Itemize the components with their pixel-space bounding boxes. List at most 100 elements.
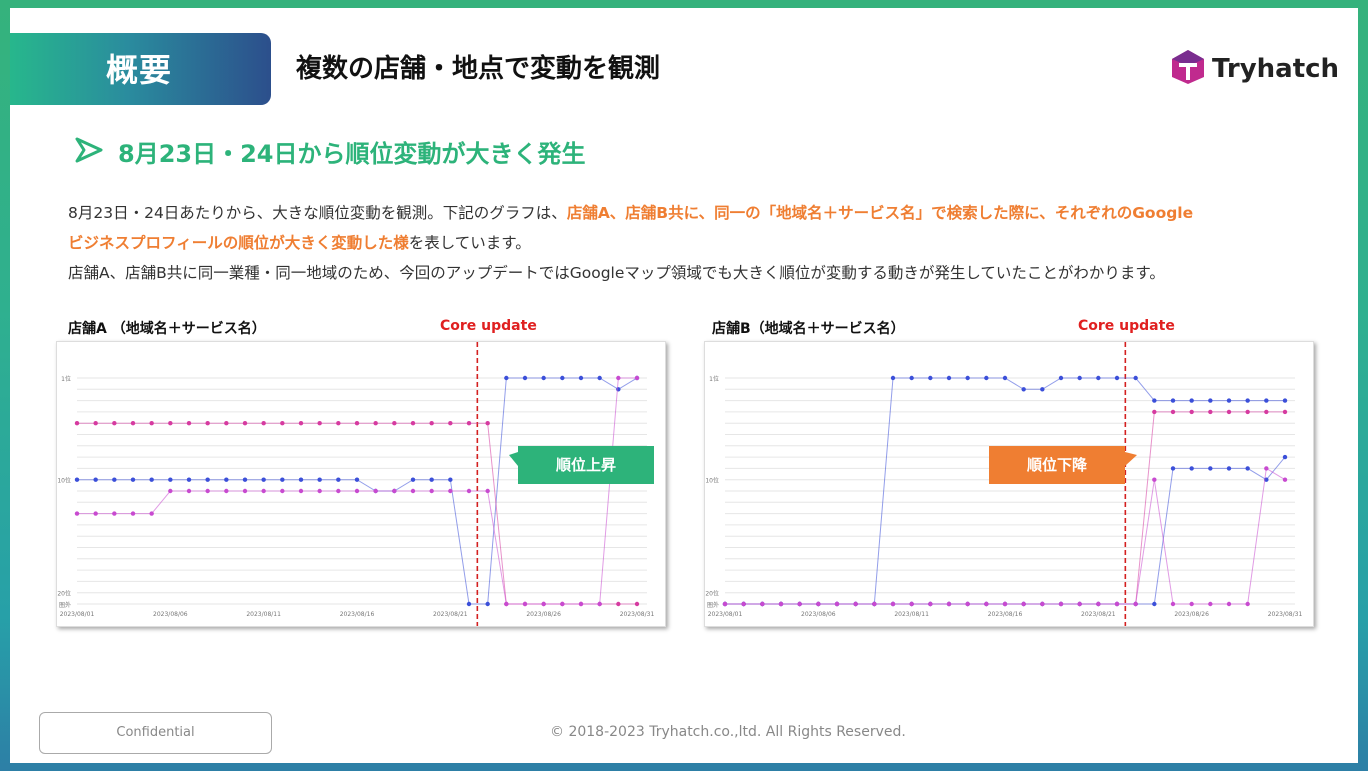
data-point bbox=[1264, 466, 1269, 471]
y-tick-label: 10位 bbox=[57, 477, 71, 485]
description-text: 8月23日・24日あたりから、大きな順位変動を観測。下記のグラフは、 bbox=[68, 204, 567, 222]
data-point bbox=[797, 601, 802, 607]
confidential-label: Confidential bbox=[39, 712, 272, 754]
data-point bbox=[410, 488, 416, 494]
copyright: © 2018-2023 Tryhatch.co.,ltd. All Rights… bbox=[550, 724, 906, 740]
x-tick-label: 2023/08/31 bbox=[1268, 611, 1303, 618]
data-point bbox=[1058, 375, 1064, 381]
data-point bbox=[1264, 409, 1269, 415]
data-point bbox=[149, 477, 154, 482]
data-point bbox=[522, 601, 528, 607]
data-point bbox=[410, 477, 416, 482]
y-tick-label: 20位 bbox=[705, 590, 719, 598]
description-highlight: 店舗A、店舗B共に、同一の「地域名＋サービス名」で検索した際に、それぞれのGoo… bbox=[566, 204, 1194, 222]
data-point bbox=[224, 477, 229, 482]
data-point bbox=[504, 601, 509, 607]
data-point bbox=[261, 421, 266, 426]
data-point bbox=[1208, 601, 1213, 607]
data-point bbox=[1208, 398, 1213, 403]
data-point bbox=[1021, 387, 1026, 392]
data-point bbox=[466, 601, 472, 607]
x-tick-label: 2023/08/16 bbox=[340, 611, 375, 618]
data-point bbox=[890, 601, 896, 607]
data-point bbox=[448, 488, 453, 494]
data-point bbox=[1096, 375, 1101, 381]
data-point bbox=[1170, 409, 1176, 415]
data-point bbox=[410, 421, 416, 426]
section-tag-label: 概要 bbox=[106, 51, 173, 89]
data-point bbox=[149, 421, 154, 426]
x-tick-label: 2023/08/11 bbox=[246, 611, 281, 618]
data-point bbox=[1226, 398, 1232, 403]
data-point bbox=[909, 375, 914, 381]
data-point bbox=[1040, 387, 1045, 392]
data-point bbox=[1226, 409, 1232, 415]
data-point bbox=[186, 421, 192, 426]
data-point bbox=[1245, 409, 1250, 415]
data-point bbox=[1226, 466, 1232, 471]
data-point bbox=[112, 511, 117, 516]
data-point bbox=[224, 488, 229, 494]
chart-b-plot: 1位 10位 20位圏外 2023/08/01 2023/08/06 2023/08/11… bbox=[705, 342, 1303, 626]
data-point bbox=[186, 488, 192, 494]
data-point bbox=[168, 477, 173, 482]
data-point bbox=[373, 488, 378, 494]
data-point bbox=[1002, 375, 1008, 381]
data-point bbox=[560, 375, 565, 381]
data-point bbox=[504, 375, 509, 381]
data-point bbox=[298, 477, 304, 482]
data-point bbox=[392, 421, 397, 426]
data-point bbox=[1077, 601, 1082, 607]
data-point bbox=[130, 511, 136, 516]
brand-logo: Tryhatch bbox=[1170, 48, 1340, 88]
data-point bbox=[1133, 601, 1138, 607]
data-point bbox=[74, 477, 80, 482]
data-point bbox=[74, 421, 80, 426]
tryhatch-logo-icon bbox=[1172, 50, 1204, 84]
section-heading: 8月23日・24日から順位変動が大きく発生 bbox=[118, 140, 586, 168]
data-point bbox=[578, 601, 584, 607]
data-point bbox=[541, 375, 546, 381]
data-point bbox=[429, 477, 434, 482]
data-point bbox=[834, 601, 840, 607]
x-tick-label: 2023/08/26 bbox=[526, 611, 561, 618]
slide-body: 概要 複数の店舗・地点で変動を観測 Tryhatch 8月23日・24日から順位… bbox=[10, 8, 1358, 763]
data-point bbox=[392, 488, 397, 494]
data-point bbox=[522, 375, 528, 381]
chart-b-core-update-label: Core update bbox=[1078, 318, 1175, 334]
data-point bbox=[354, 488, 360, 494]
chart-a-plot: 1位 10位 20位圏外 2023/08/01 2023/08/06 2023/08/11… bbox=[57, 342, 654, 626]
data-point bbox=[429, 421, 434, 426]
data-point bbox=[1152, 409, 1157, 415]
callout-pointer bbox=[509, 452, 518, 466]
logo-text: Tryhatch bbox=[1212, 54, 1340, 84]
data-point bbox=[112, 477, 117, 482]
data-point bbox=[373, 421, 378, 426]
data-point bbox=[149, 511, 154, 516]
data-point bbox=[112, 421, 117, 426]
data-point bbox=[1245, 466, 1250, 471]
description-text: を表しています。 bbox=[408, 234, 531, 252]
data-point bbox=[597, 375, 602, 381]
x-tick-label: 2023/08/01 bbox=[60, 611, 95, 618]
data-point bbox=[1264, 398, 1269, 403]
y-tick-label: 20位 bbox=[57, 590, 71, 598]
y-tick-label: 圏外 bbox=[707, 601, 719, 609]
data-point bbox=[1077, 375, 1082, 381]
page-title: 複数の店舗・地点で変動を観測 bbox=[296, 54, 661, 84]
data-point bbox=[1152, 477, 1157, 482]
data-point bbox=[1096, 601, 1101, 607]
chart-a-core-update-label: Core update bbox=[440, 318, 537, 334]
y-tick-label: 1位 bbox=[61, 375, 71, 383]
y-tick-label: 10位 bbox=[705, 477, 719, 485]
data-point bbox=[1152, 398, 1157, 403]
data-point bbox=[1189, 466, 1194, 471]
data-point bbox=[466, 421, 472, 426]
data-point bbox=[578, 375, 584, 381]
data-point bbox=[965, 375, 970, 381]
data-point bbox=[634, 601, 640, 607]
data-point bbox=[261, 477, 266, 482]
chart-a: 1位 10位 20位 圏外 2023/08/01 2023/08/06 2023/08/11… bbox=[56, 341, 666, 627]
data-point bbox=[205, 477, 210, 482]
data-point bbox=[1170, 466, 1176, 471]
